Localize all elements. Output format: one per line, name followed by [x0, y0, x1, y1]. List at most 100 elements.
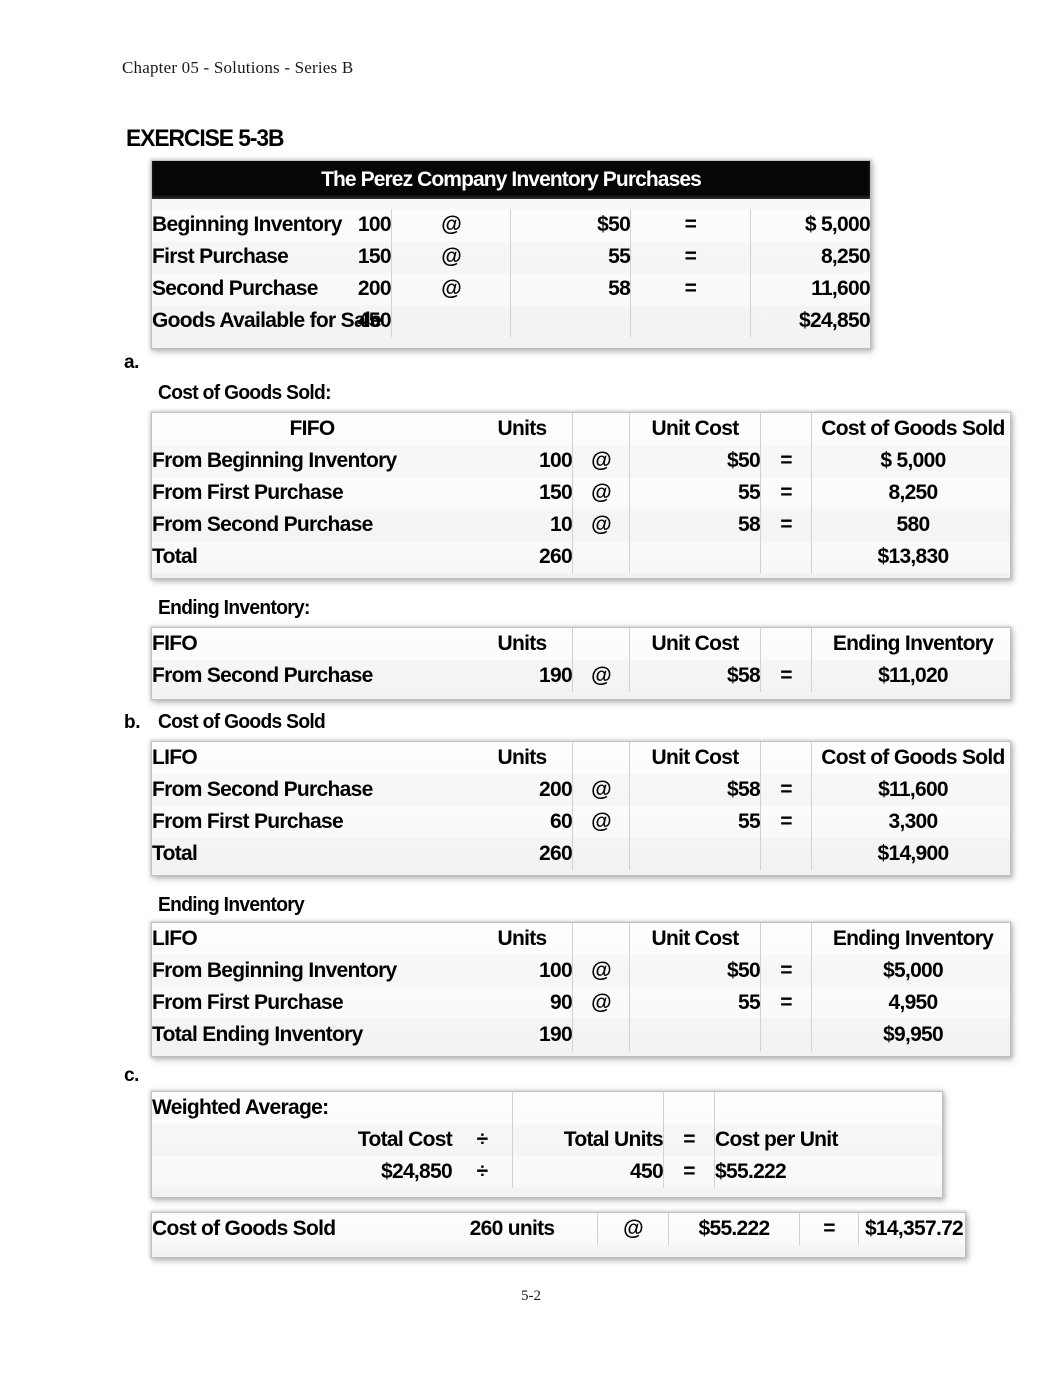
units-cell: 90: [472, 987, 573, 1019]
unit-cost-cell: $50: [629, 445, 761, 477]
units-cell: 190: [472, 1019, 573, 1051]
equals-symbol: [760, 541, 812, 573]
row-label: From Beginning Inventory: [152, 445, 472, 477]
at-symbol: @: [572, 477, 630, 509]
column-header-units: Units: [472, 628, 573, 660]
column-header-operator: [572, 628, 630, 660]
table-row: From First Purchase 150 @ 55 = 8,250: [152, 477, 1010, 509]
cost-per-unit-header-blank: [714, 1092, 942, 1124]
row-label: Cost of Goods Sold: [152, 1213, 427, 1245]
units-cell: 200: [472, 774, 573, 806]
amount-cell: $ 5,000: [811, 445, 1010, 477]
table-header-row: FIFO Units Unit Cost Ending Inventory: [152, 628, 1010, 660]
weighted-average-caption: Weighted Average:: [152, 1092, 452, 1124]
spacer-cell: [152, 199, 870, 209]
table-row: From Second Purchase 10 @ 58 = 580: [152, 509, 1010, 541]
section-letter-a: a.: [124, 352, 140, 373]
inventory-purchases-title: The Perez Company Inventory Purchases: [152, 161, 870, 199]
table-row: Cost of Goods Sold 260 units @ $55.222 =…: [152, 1213, 965, 1245]
units-cell: 100: [472, 445, 573, 477]
amount-cell: 8,250: [811, 477, 1010, 509]
table-row: Total 260 $13,830: [152, 541, 1010, 573]
table-row: Goods Available for Sale 450 $24,850: [152, 305, 870, 337]
at-symbol: [572, 541, 630, 573]
at-symbol: @: [391, 209, 512, 241]
amount-cell: $11,600: [811, 774, 1010, 806]
units-cell: 260: [472, 541, 573, 573]
equals-symbol: =: [760, 806, 812, 838]
divide-symbol-header: [452, 1092, 513, 1124]
column-header-units: Units: [472, 923, 573, 955]
table-header-row: LIFO Units Unit Cost Cost of Goods Sold: [152, 742, 1010, 774]
at-symbol: @: [572, 445, 630, 477]
column-header-equals: [760, 742, 812, 774]
amount-cell: $ 5,000: [750, 209, 870, 241]
divide-icon: ÷: [452, 1124, 513, 1156]
table-row: $24,850 ÷ 450 = $55.222: [152, 1156, 942, 1188]
table-row: [152, 199, 870, 209]
part-a-cogs-caption: Cost of Goods Sold:: [158, 382, 331, 404]
equals-symbol: =: [799, 1213, 859, 1245]
at-symbol: @: [391, 241, 512, 273]
amount-cell: $13,830: [811, 541, 1010, 573]
units-cell: 190: [472, 660, 573, 692]
unit-cost-cell: [629, 838, 761, 870]
at-symbol: @: [391, 273, 512, 305]
at-symbol: [572, 838, 630, 870]
fifo-ending-inventory-table: FIFO Units Unit Cost Ending Inventory Fr…: [152, 628, 1010, 699]
units-cell: 60: [472, 806, 573, 838]
equals-symbol: [630, 305, 751, 337]
unit-cost-cell: 55: [510, 241, 632, 273]
document-page: Chapter 05 - Solutions - Series B EXERCI…: [0, 0, 1062, 1376]
unit-cost-cell: 58: [629, 509, 761, 541]
equals-symbol: =: [760, 445, 812, 477]
units-cell: 10: [472, 509, 573, 541]
table-header-row: LIFO Units Unit Cost Ending Inventory: [152, 923, 1010, 955]
row-label: Second Purchase: [152, 273, 318, 305]
equals-symbol: [760, 1019, 812, 1051]
amount-cell: $9,950: [811, 1019, 1010, 1051]
part-b-cogs-caption: Cost of Goods Sold: [158, 711, 326, 733]
column-header-operator: [572, 742, 630, 774]
weighted-average-table: Weighted Average: Total Cost ÷ Total Uni…: [152, 1092, 942, 1197]
column-header-equals: [760, 628, 812, 660]
equals-symbol: =: [630, 273, 751, 305]
column-header-amount: Ending Inventory: [811, 628, 1010, 660]
fifo-cogs-table: FIFO Units Unit Cost Cost of Goods Sold …: [152, 413, 1010, 578]
amount-cell: $5,000: [811, 955, 1010, 987]
equals-symbol: =: [760, 477, 812, 509]
row-label: From Second Purchase: [152, 509, 472, 541]
units-cell: 150: [271, 241, 392, 273]
row-label: Total: [152, 838, 472, 870]
page-number: 5-2: [521, 1288, 541, 1304]
unit-cost-cell: $55.222: [668, 1213, 800, 1245]
table-row: Weighted Average:: [152, 1092, 942, 1124]
column-header-amount: Cost of Goods Sold: [811, 742, 1010, 774]
table-row: From Second Purchase 190 @ $58 = $11,020: [152, 660, 1010, 692]
running-head: Chapter 05 - Solutions - Series B: [122, 58, 354, 77]
amount-cell: $14,900: [811, 838, 1010, 870]
unit-cost-cell: 55: [629, 477, 761, 509]
column-header-method: FIFO: [152, 413, 472, 445]
unit-cost-cell: $50: [629, 955, 761, 987]
equals-symbol: =: [663, 1156, 715, 1188]
table-row: From Beginning Inventory 100 @ $50 = $ 5…: [152, 445, 1010, 477]
weighted-average-cogs-table: Cost of Goods Sold 260 units @ $55.222 =…: [152, 1213, 965, 1257]
unit-cost-cell: [629, 1019, 761, 1051]
unit-cost-cell: [629, 541, 761, 573]
row-label: Goods Available for Sale: [152, 305, 382, 337]
section-letter-c: c.: [124, 1065, 140, 1086]
table-row: Total 260 $14,900: [152, 838, 1010, 870]
table-row: The Perez Company Inventory Purchases: [152, 161, 870, 199]
column-header-units: Units: [472, 742, 573, 774]
unit-cost-cell: 58: [510, 273, 632, 305]
table-row: Second Purchase 200 @ 58 = 11,600: [152, 273, 870, 305]
equals-symbol-header: [663, 1092, 715, 1124]
column-header-unit-cost: Unit Cost: [629, 413, 761, 445]
at-symbol: [572, 1019, 630, 1051]
table-header-row: FIFO Units Unit Cost Cost of Goods Sold: [152, 413, 1010, 445]
table-header-row: Total Cost ÷ Total Units = Cost per Unit: [152, 1124, 942, 1156]
unit-cost-cell: [510, 305, 632, 337]
unit-cost-cell: 55: [629, 987, 761, 1019]
units-cell: 260: [472, 838, 573, 870]
